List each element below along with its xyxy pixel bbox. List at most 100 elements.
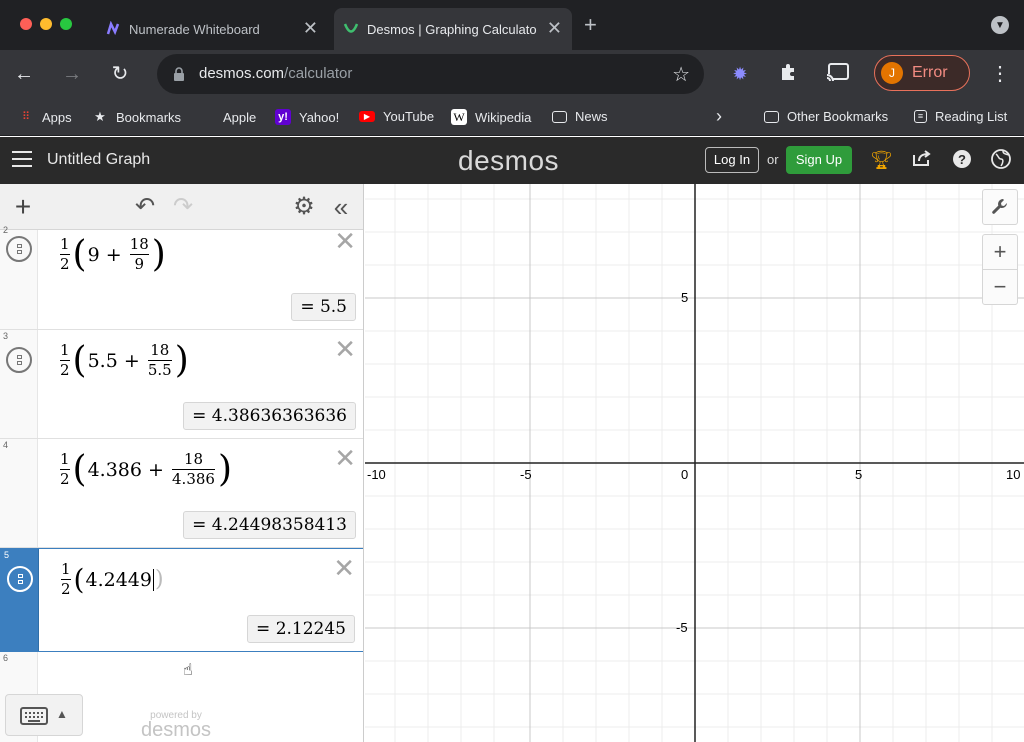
expression-math[interactable]: 12 (5.5 + 18 5.5 ) [58, 342, 190, 379]
bookmark-yahoo[interactable]: y! Yahoo! [275, 109, 339, 125]
expression-number: 4 [3, 440, 9, 450]
redo-icon[interactable]: ↷ [170, 194, 196, 220]
slider-icon[interactable] [6, 236, 32, 262]
undo-icon[interactable]: ↶ [132, 194, 158, 220]
graph-paper[interactable]: -10 -5 0 5 10 5 -5 [365, 184, 1024, 742]
reload-button[interactable]: ↻ [108, 62, 132, 86]
x-tick-label: 0 [681, 467, 688, 482]
expression-list: + ↶ ↷ ⚙ « 2 ✕ 12 (9 + 18 9 ) = 5.5 3 ✕ 12… [0, 184, 364, 742]
bookmark-apps[interactable]: ⠿ Apps [18, 109, 72, 125]
folder-icon [552, 110, 567, 123]
desmos-header: Untitled Graph desmos Log In or Sign Up … [0, 137, 1024, 184]
expression-number: 2 [3, 225, 9, 235]
language-globe-icon[interactable] [990, 149, 1012, 171]
more-bookmarks-chevron-icon[interactable]: › [716, 106, 722, 127]
browser-menu-icon[interactable]: ⋮ [990, 62, 1010, 86]
or-label: or [767, 152, 779, 167]
expression-row[interactable]: 4 ✕ 12 (4.386 + 18 4.386 ) = 4.2449835841… [0, 439, 363, 548]
browser-toolbar: ← → ↻ desmos.com/calculator ☆ ✹ J Error … [0, 50, 1024, 98]
login-button[interactable]: Log In [705, 147, 759, 173]
y-tick-label: 5 [681, 290, 688, 305]
delete-expression-icon[interactable]: ✕ [334, 336, 356, 362]
delete-expression-icon[interactable]: ✕ [333, 555, 355, 581]
minimize-window-button[interactable] [40, 18, 52, 30]
hand-cursor-icon: ☝︎ [183, 662, 193, 679]
forward-button[interactable]: → [60, 62, 84, 86]
browser-tab-bar: Numerade Whiteboard ✕ Desmos | Graphing … [0, 0, 1024, 50]
expression-row[interactable]: 2 ✕ 12 (9 + 18 9 ) = 5.5 [0, 225, 363, 330]
bookmarks-bar: ⠿ Apps ★ Bookmarks Apple y! Yahoo! ▶ YouTube… [0, 98, 1024, 136]
avatar: J [881, 62, 903, 84]
graph-canvas[interactable]: -10 -5 0 5 10 5 -5 [365, 184, 1024, 742]
text-caret [152, 568, 154, 591]
apps-grid-icon: ⠿ [21, 111, 31, 123]
bookmark-other[interactable]: Other Bookmarks [764, 109, 888, 124]
tab-label: Desmos | Graphing Calculator [367, 21, 537, 37]
expression-number: 6 [3, 653, 9, 663]
tab-label: Numerade Whiteboard [129, 21, 260, 37]
x-tick-label: -5 [520, 467, 532, 482]
slider-icon[interactable] [7, 566, 33, 592]
tab-desmos[interactable]: Desmos | Graphing Calculator ✕ [334, 8, 572, 50]
delete-expression-icon[interactable]: ✕ [334, 445, 356, 471]
numerade-icon [106, 21, 120, 36]
expression-result: = 4.24498358413 [183, 511, 356, 539]
zoom-out-button[interactable]: − [982, 269, 1018, 305]
bookmark-star-icon[interactable]: ☆ [672, 62, 690, 87]
cast-icon[interactable] [826, 62, 850, 86]
bookmark-youtube[interactable]: ▶ YouTube [359, 109, 434, 124]
x-tick-label: 10 [1006, 467, 1020, 482]
reading-list[interactable]: ≡ Reading List [914, 109, 1007, 124]
add-item-button[interactable]: + [10, 193, 36, 221]
profile-status: Error [912, 64, 948, 81]
help-icon[interactable]: ? [951, 149, 973, 171]
keyboard-toggle-button[interactable]: ▲ [5, 694, 83, 736]
expression-number: 5 [4, 550, 10, 560]
desmos-icon [343, 23, 359, 33]
expression-result: = 4.38636363636 [183, 402, 356, 430]
delete-expression-icon[interactable]: ✕ [334, 228, 356, 254]
zoom-in-button[interactable]: + [982, 234, 1018, 270]
settings-gear-icon[interactable]: ⚙ [291, 194, 317, 220]
zoom-window-button[interactable] [60, 18, 72, 30]
extensions-puzzle-icon[interactable] [776, 62, 800, 86]
youtube-icon: ▶ [359, 111, 375, 122]
graph-title[interactable]: Untitled Graph [47, 151, 150, 169]
close-window-button[interactable] [20, 18, 32, 30]
tab-search-icon[interactable]: ▼ [991, 16, 1009, 34]
expression-row[interactable]: 3 ✕ 12 (5.5 + 18 5.5 ) = 4.38636363636 [0, 330, 363, 439]
y-tick-label: -5 [676, 620, 688, 635]
back-button[interactable]: ← [12, 62, 36, 86]
profile-button[interactable]: J Error [874, 55, 970, 91]
collapse-panel-icon[interactable]: « [328, 194, 354, 220]
new-tab-button[interactable]: + [584, 14, 597, 36]
extension-icon[interactable]: ✹ [728, 62, 752, 86]
menu-icon[interactable] [12, 151, 32, 167]
expression-math[interactable]: 12 (9 + 18 9 ) [58, 236, 167, 273]
wikipedia-icon: W [451, 109, 467, 125]
keyboard-icon [20, 707, 48, 725]
signup-button[interactable]: Sign Up [786, 146, 852, 174]
apple-icon [199, 109, 215, 125]
share-icon[interactable] [911, 149, 933, 171]
axes [365, 184, 1024, 742]
x-axis-tick-labels: -10 -5 0 5 10 [367, 467, 1020, 482]
bookmark-bookmarks[interactable]: ★ Bookmarks [92, 109, 181, 125]
slider-icon[interactable] [6, 347, 32, 373]
reading-list-icon: ≡ [914, 110, 927, 123]
bookmark-wikipedia[interactable]: W Wikipedia [451, 109, 531, 125]
address-bar[interactable]: desmos.com/calculator ☆ [157, 54, 704, 94]
bookmark-news[interactable]: News [552, 109, 608, 124]
expression-math[interactable]: 12 (4.386 + 18 4.386 ) [58, 451, 233, 488]
expression-number: 3 [3, 331, 9, 341]
trophy-icon[interactable]: 🏆︎ [870, 149, 893, 171]
bookmark-apple[interactable]: Apple [199, 109, 256, 125]
tab-numerade[interactable]: Numerade Whiteboard ✕ [92, 8, 328, 50]
close-tab-icon[interactable]: ✕ [547, 19, 562, 37]
powered-by-desmos[interactable]: powered by desmos [141, 710, 211, 740]
graph-settings-wrench-icon[interactable] [982, 189, 1018, 225]
expression-math[interactable]: 12 (4.2449) [59, 561, 165, 598]
expression-row-selected[interactable]: 5 ✕ 12 (4.2449) = 2.12245 [0, 548, 363, 652]
x-tick-label: -10 [367, 467, 386, 482]
close-tab-icon[interactable]: ✕ [303, 19, 318, 37]
